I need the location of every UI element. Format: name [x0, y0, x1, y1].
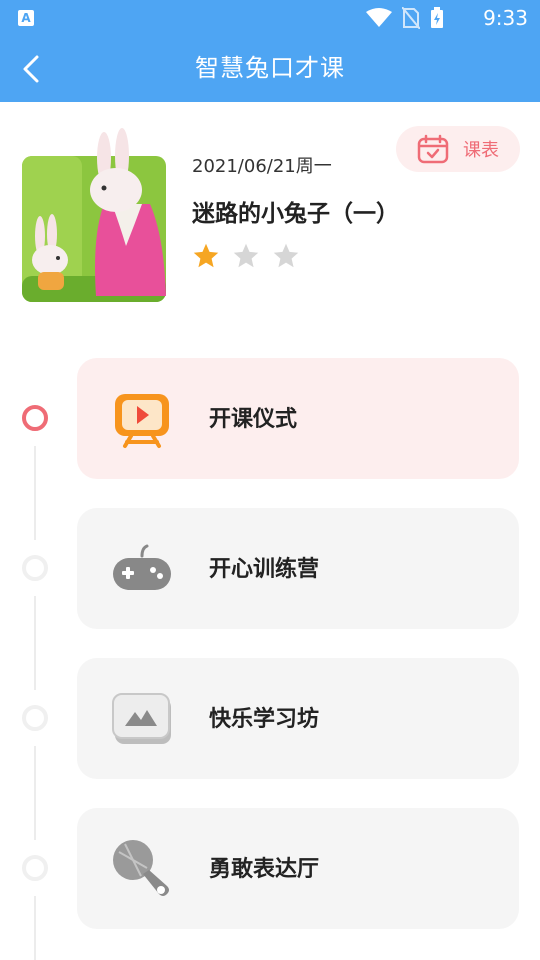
star-empty-icon — [273, 243, 299, 268]
status-icons — [366, 6, 444, 30]
header-bar: 智慧兔口才课 — [0, 36, 540, 102]
timeline-dot — [22, 555, 48, 581]
timeline-line — [34, 596, 36, 690]
timeline-line — [34, 746, 36, 840]
calendar-check-icon — [417, 134, 449, 164]
session-label: 快乐学习坊 — [209, 707, 320, 732]
gamepad-icon — [113, 544, 171, 590]
picture-frame-icon — [112, 693, 171, 744]
session-label: 开心训练营 — [209, 557, 320, 582]
timeline-line — [34, 896, 36, 960]
timeline-dot — [22, 705, 48, 731]
app-notification-icon: A — [18, 10, 34, 26]
rating-stars — [192, 242, 300, 270]
session-label: 勇敢表达厅 — [209, 857, 320, 882]
lesson-info: 2021/06/21周一 迷路的小兔子（一） 课表 — [0, 102, 540, 332]
timeline-dot-active — [22, 405, 48, 431]
star-filled-icon — [193, 243, 219, 268]
wifi-icon — [366, 8, 392, 27]
lesson-cover-image[interactable] — [22, 126, 166, 302]
timeline-dot — [22, 855, 48, 881]
session-label: 开课仪式 — [209, 407, 298, 432]
lesson-date: 2021/06/21周一 — [192, 156, 332, 177]
status-time: 9:33 — [483, 6, 528, 30]
lesson-title: 迷路的小兔子（一） — [192, 201, 399, 227]
session-card-workshop[interactable]: 快乐学习坊 — [77, 658, 519, 779]
session-card-training[interactable]: 开心训练营 — [77, 508, 519, 629]
schedule-button[interactable]: 课表 — [396, 126, 520, 172]
microphone-icon — [113, 840, 169, 896]
battery-charging-icon — [431, 7, 443, 28]
schedule-label: 课表 — [463, 140, 499, 161]
tv-play-icon — [115, 394, 169, 448]
timeline-line — [34, 446, 36, 540]
page-title: 智慧兔口才课 — [195, 54, 345, 82]
status-bar: A 9:33 — [0, 0, 540, 36]
no-sim-icon — [402, 7, 420, 29]
session-card-opening[interactable]: 开课仪式 — [77, 358, 519, 479]
star-empty-icon — [233, 243, 259, 268]
session-card-expression[interactable]: 勇敢表达厅 — [77, 808, 519, 929]
